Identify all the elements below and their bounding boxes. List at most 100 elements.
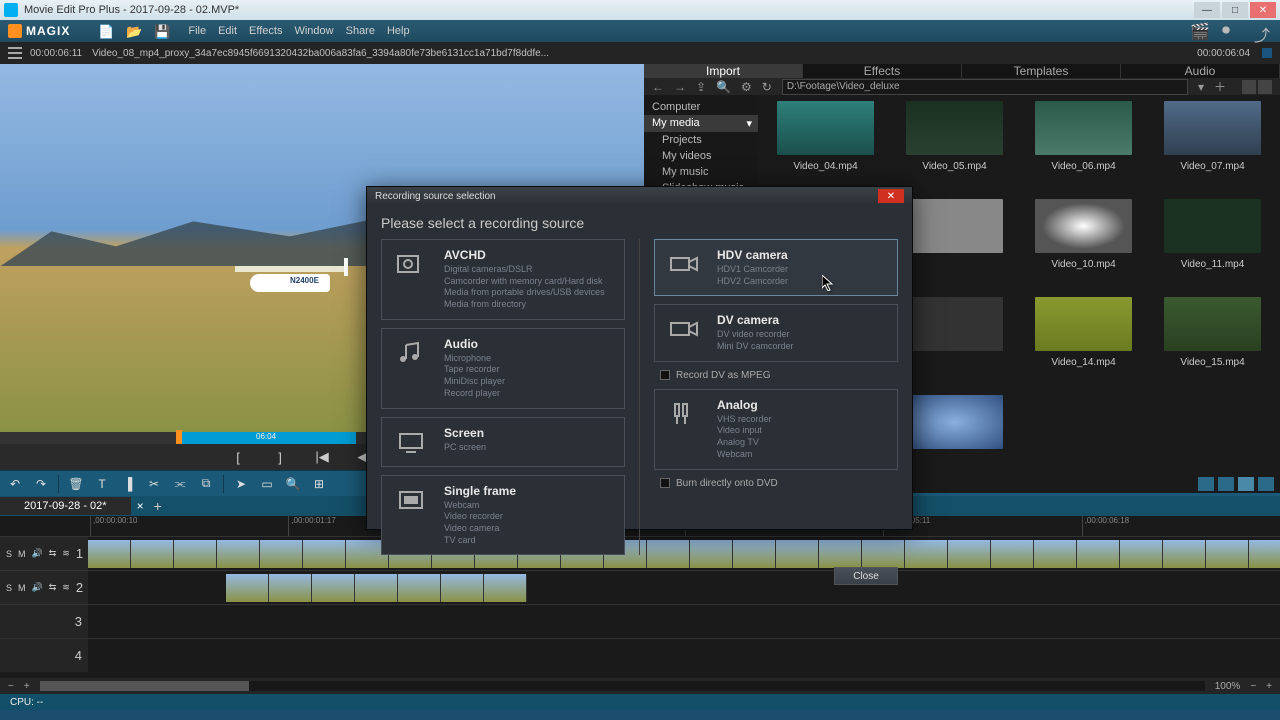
- zoom-out-h-icon[interactable]: −: [1250, 681, 1256, 692]
- menu-window[interactable]: Window: [294, 25, 333, 37]
- camera-hdv-icon: [665, 248, 703, 280]
- info-toggle[interactable]: [1262, 48, 1272, 58]
- nav-forward-icon[interactable]: →: [674, 80, 686, 94]
- hamburger-icon[interactable]: [8, 47, 22, 59]
- path-input[interactable]: [782, 79, 1188, 95]
- h-scrollbar[interactable]: [40, 681, 1205, 691]
- zoom-in-h-icon[interactable]: +: [1266, 681, 1272, 692]
- group-icon[interactable]: ⧉: [197, 475, 215, 493]
- marker-icon[interactable]: ▐: [119, 475, 137, 493]
- undo-icon[interactable]: ↶: [6, 475, 24, 493]
- window-close-button[interactable]: ✕: [1250, 2, 1276, 18]
- clip-info-bar: 00:00:06:11 Video_08_mp4_proxy_34a7ec894…: [0, 42, 1280, 64]
- zoom-out-v-icon[interactable]: −: [8, 681, 14, 692]
- fx-icon[interactable]: ≋: [62, 548, 70, 559]
- source-hdv-camera[interactable]: HDV camera HDV1 CamcorderHDV2 Camcorder: [654, 239, 898, 296]
- goto-start-button[interactable]: |◀: [313, 449, 331, 465]
- thumb-item[interactable]: Video_06.mp4: [1022, 101, 1145, 193]
- nav-up-icon[interactable]: ⇪: [696, 80, 706, 94]
- maximize-button[interactable]: □: [1222, 2, 1248, 18]
- close-button[interactable]: Close: [834, 567, 898, 585]
- h-scroll-thumb[interactable]: [40, 681, 250, 691]
- refresh-icon[interactable]: ↻: [762, 80, 772, 94]
- view-toggle-2[interactable]: [1218, 477, 1234, 491]
- mark-out-button[interactable]: ]: [271, 450, 289, 465]
- source-avchd[interactable]: AVCHD Digital cameras/DSLRCamcorder with…: [381, 239, 625, 320]
- burn-dvd-checkbox[interactable]: Burn directly onto DVD: [654, 478, 898, 489]
- thumb-item[interactable]: Video_11.mp4: [1151, 199, 1274, 291]
- project-tab[interactable]: 2017-09-28 - 02*: [0, 497, 131, 515]
- source-single-frame[interactable]: Single frame WebcamVideo recorderVideo c…: [381, 475, 625, 556]
- record-dv-mpeg-checkbox[interactable]: Record DV as MPEG: [654, 370, 898, 381]
- link-icon[interactable]: ⫘: [171, 475, 189, 493]
- lock-icon[interactable]: ⇆: [49, 582, 57, 593]
- tab-audio[interactable]: Audio: [1121, 64, 1280, 78]
- menu-share[interactable]: Share: [346, 25, 375, 37]
- redo-icon[interactable]: ↷: [32, 475, 50, 493]
- playhead-handle[interactable]: [176, 430, 182, 444]
- new-file-icon[interactable]: 📄: [98, 24, 112, 38]
- menu-edit[interactable]: Edit: [218, 25, 237, 37]
- menu-effects[interactable]: Effects: [249, 25, 282, 37]
- view-toggle-4[interactable]: [1258, 477, 1274, 491]
- menu-help[interactable]: Help: [387, 25, 410, 37]
- menu-file[interactable]: File: [188, 25, 206, 37]
- tree-my-videos[interactable]: My videos: [644, 148, 758, 164]
- dialog-x-button[interactable]: ✕: [878, 189, 904, 203]
- record-icon[interactable]: ⏺: [1222, 22, 1240, 40]
- pointer-tool-icon[interactable]: ➤: [232, 475, 250, 493]
- lock-icon[interactable]: ⇆: [49, 548, 57, 559]
- nav-back-icon[interactable]: ←: [652, 80, 664, 94]
- path-dropdown-icon[interactable]: ▾: [1198, 80, 1204, 94]
- zoom-tool-icon[interactable]: 🔍: [284, 475, 302, 493]
- mute-button[interactable]: M: [18, 583, 26, 593]
- view-toggle-1[interactable]: [1198, 477, 1214, 491]
- project-tab-close[interactable]: ×: [137, 499, 144, 513]
- minimize-button[interactable]: —: [1194, 2, 1220, 18]
- export-icon[interactable]: ⤴: [1254, 22, 1272, 40]
- thumb-item[interactable]: Video_10.mp4: [1022, 199, 1145, 291]
- title-icon[interactable]: T: [93, 475, 111, 493]
- solo-button[interactable]: S: [6, 549, 12, 559]
- view-list-button[interactable]: [1242, 80, 1256, 94]
- view-grid-button[interactable]: [1258, 80, 1272, 94]
- gear-icon[interactable]: ⚙: [741, 80, 752, 94]
- source-dv-camera[interactable]: DV camera DV video recorderMini DV camco…: [654, 304, 898, 361]
- tree-computer[interactable]: Computer: [644, 99, 758, 115]
- volume-icon[interactable]: 🔊: [32, 548, 43, 559]
- mute-button[interactable]: M: [18, 549, 26, 559]
- delete-icon[interactable]: 🗑: [67, 475, 85, 493]
- track-content[interactable]: [88, 639, 1280, 672]
- add-folder-icon[interactable]: ＋: [1214, 78, 1226, 95]
- tab-effects[interactable]: Effects: [803, 64, 962, 78]
- thumb-item[interactable]: Video_04.mp4: [764, 101, 887, 193]
- view-toggle-3[interactable]: [1238, 477, 1254, 491]
- movie-mode-icon[interactable]: 🎬: [1190, 22, 1208, 40]
- thumb-item[interactable]: Video_07.mp4: [1151, 101, 1274, 193]
- tab-templates[interactable]: Templates: [962, 64, 1121, 78]
- track-content[interactable]: [88, 605, 1280, 638]
- tab-import[interactable]: Import: [644, 64, 803, 78]
- solo-button[interactable]: S: [6, 583, 12, 593]
- mark-in-button[interactable]: [: [229, 450, 247, 465]
- thumb-item[interactable]: Video_05.mp4: [893, 101, 1016, 193]
- source-audio[interactable]: Audio MicrophoneTape recorderMiniDisc pl…: [381, 328, 625, 409]
- cut-icon[interactable]: ✂: [145, 475, 163, 493]
- tree-projects[interactable]: Projects: [644, 132, 758, 148]
- fx-icon[interactable]: ≋: [62, 582, 70, 593]
- thumb-item[interactable]: Video_15.mp4: [1151, 297, 1274, 389]
- track-header: S M 🔊 ⇆ ≋ 1: [0, 537, 88, 570]
- source-screen[interactable]: Screen PC screen: [381, 417, 625, 467]
- thumb-item[interactable]: Video_14.mp4: [1022, 297, 1145, 389]
- open-file-icon[interactable]: 📂: [126, 24, 140, 38]
- search-icon[interactable]: 🔍: [716, 80, 731, 94]
- volume-icon[interactable]: 🔊: [32, 582, 43, 593]
- source-analog[interactable]: Analog VHS recorderVideo inputAnalog TVW…: [654, 389, 898, 470]
- zoom-in-v-icon[interactable]: +: [24, 681, 30, 692]
- project-tab-add[interactable]: +: [154, 498, 162, 514]
- save-icon[interactable]: 💾: [154, 24, 168, 38]
- range-tool-icon[interactable]: ▭: [258, 475, 276, 493]
- tree-my-media[interactable]: My media▾: [644, 115, 758, 132]
- snap-tool-icon[interactable]: ⊞: [310, 475, 328, 493]
- tree-my-music[interactable]: My music: [644, 164, 758, 180]
